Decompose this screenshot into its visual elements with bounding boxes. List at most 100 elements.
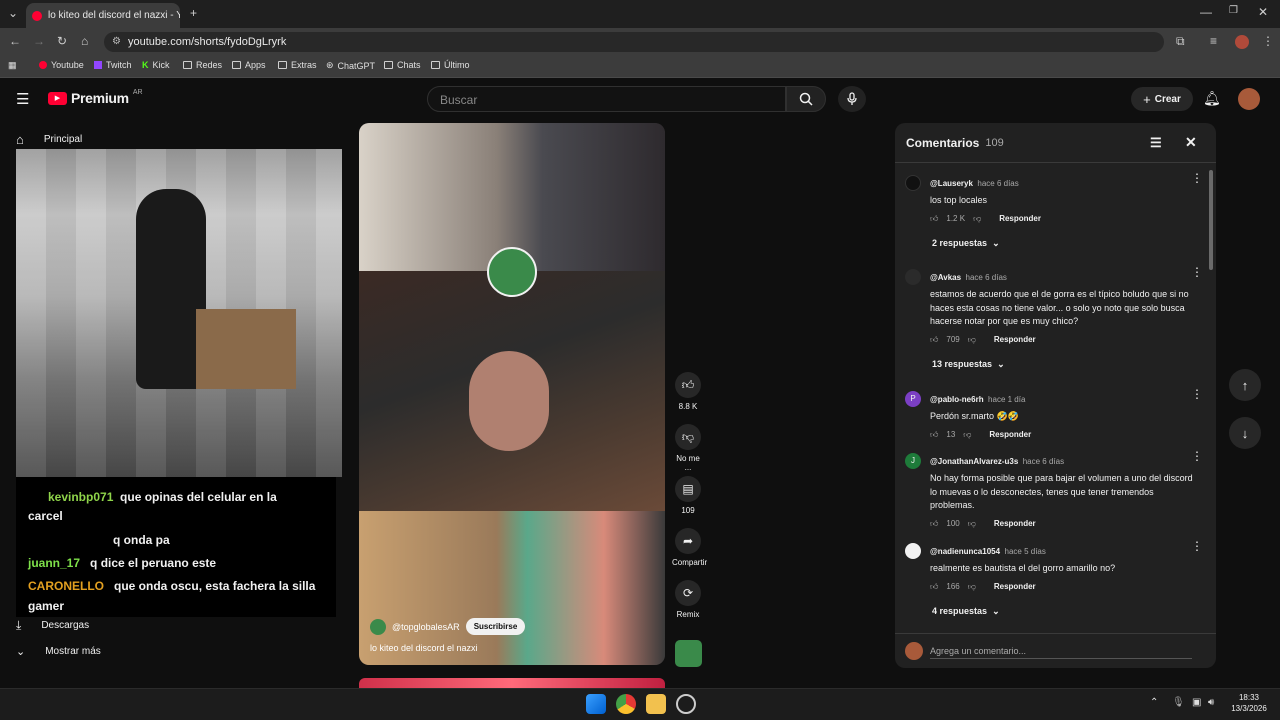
- bookmark-chats[interactable]: Chats: [384, 60, 421, 70]
- bookmark-apps[interactable]: Apps: [232, 60, 266, 70]
- tab-search-icon[interactable]: ⌄: [8, 6, 18, 20]
- reload-icon[interactable]: ↻: [57, 34, 67, 48]
- comments-scrollbar[interactable]: [1209, 170, 1213, 270]
- thumbs-down-icon[interactable]: 👎︎: [675, 424, 701, 450]
- voice-search-button[interactable]: [838, 86, 866, 112]
- youtube-play-icon: ▶: [48, 91, 67, 105]
- dislike-icon[interactable]: 👎︎: [963, 430, 971, 440]
- extensions-icon[interactable]: ⧉: [1176, 34, 1185, 49]
- notifications-bell-icon[interactable]: 🔔︎: [1203, 90, 1221, 107]
- mic-tray-icon[interactable]: 🎙︎: [1172, 697, 1185, 708]
- remix-action[interactable]: ⟳ Remix: [672, 580, 704, 619]
- dislike-action[interactable]: 👎︎ No me ...: [672, 424, 704, 472]
- next-short-button[interactable]: ↓: [1229, 417, 1261, 449]
- chrome-icon[interactable]: [616, 694, 636, 714]
- browser-menu-icon[interactable]: ⋮: [1262, 34, 1274, 48]
- next-short-preview[interactable]: [359, 678, 665, 688]
- bookmark-chatgpt[interactable]: ⊛ ChatGPT: [326, 60, 375, 71]
- like-icon[interactable]: 👍︎: [930, 582, 938, 592]
- like-icon[interactable]: 👍︎: [930, 214, 938, 224]
- channel-avatar[interactable]: [370, 618, 386, 635]
- comment-menu-icon[interactable]: ⋮: [1191, 387, 1203, 401]
- sort-icon[interactable]: ☰: [1150, 135, 1162, 151]
- profile-avatar[interactable]: [1235, 35, 1249, 49]
- account-avatar[interactable]: [1238, 88, 1260, 110]
- network-icon[interactable]: ▣: [1192, 697, 1201, 708]
- commenter-avatar[interactable]: J: [905, 453, 921, 469]
- replies-toggle[interactable]: 2 respuestas ⌄: [932, 238, 1000, 249]
- like-icon[interactable]: 👍︎: [930, 335, 938, 345]
- comment-menu-icon[interactable]: ⋮: [1191, 171, 1203, 185]
- back-icon[interactable]: ←: [9, 34, 21, 48]
- apps-grid-icon[interactable]: ▦: [8, 60, 17, 71]
- dislike-icon[interactable]: 👎︎: [973, 214, 981, 224]
- minimize-icon[interactable]: —: [1200, 5, 1212, 19]
- thumbs-up-icon[interactable]: 👍︎: [675, 372, 701, 398]
- reply-button[interactable]: Responder: [994, 582, 1036, 591]
- share-action[interactable]: ➦ Compartir: [672, 528, 707, 567]
- channel-name[interactable]: @topglobalesAR: [392, 622, 460, 632]
- chevron-down-icon: ⌄: [16, 646, 26, 658]
- comment-menu-icon[interactable]: ⋮: [1191, 265, 1203, 279]
- reply-button[interactable]: Responder: [994, 519, 1036, 528]
- bookmark-kick[interactable]: K Kick: [142, 60, 170, 70]
- reply-button[interactable]: Responder: [994, 335, 1036, 344]
- reply-button[interactable]: Responder: [999, 214, 1041, 223]
- commenter-avatar[interactable]: [905, 269, 921, 285]
- reply-button[interactable]: Responder: [989, 430, 1031, 439]
- sidebar-item-home[interactable]: ⌂ Principal: [16, 132, 82, 147]
- file-explorer-icon[interactable]: [646, 694, 666, 714]
- home-icon[interactable]: ⌂: [81, 34, 88, 48]
- create-button[interactable]: + Crear: [1131, 87, 1193, 111]
- app-icon[interactable]: [676, 694, 696, 714]
- commenter-avatar[interactable]: P: [905, 391, 921, 407]
- reading-list-icon[interactable]: ≡: [1210, 34, 1217, 48]
- bookmark-youtube[interactable]: Youtube: [39, 60, 84, 70]
- comment-menu-icon[interactable]: ⋮: [1191, 449, 1203, 463]
- replies-toggle[interactable]: 13 respuestas ⌄: [932, 359, 1005, 370]
- comments-action[interactable]: ▤ 109: [672, 476, 704, 515]
- dislike-icon[interactable]: 👎︎: [968, 335, 976, 345]
- previous-short-button[interactable]: ↑: [1229, 369, 1261, 401]
- volume-icon[interactable]: 🔊︎: [1208, 697, 1214, 708]
- new-tab-icon[interactable]: +: [190, 6, 197, 20]
- replies-toggle[interactable]: 4 respuestas ⌄: [932, 606, 1000, 617]
- browser-tab[interactable]: lo kiteo del discord el nazxi - YouTube …: [26, 3, 180, 28]
- url-input[interactable]: ⚙ youtube.com/shorts/fydoDgLryrk: [104, 32, 1164, 52]
- chat-message-wrap: carcel: [28, 509, 63, 523]
- sidebar-item-show-more[interactable]: ⌄ Mostrar más: [16, 645, 101, 658]
- search-input[interactable]: Buscar: [427, 86, 786, 112]
- share-icon[interactable]: ➦: [675, 528, 701, 554]
- search-button[interactable]: [786, 86, 826, 112]
- bookmark-extras[interactable]: Extras: [278, 60, 317, 70]
- bookmark-twitch[interactable]: Twitch: [94, 60, 132, 70]
- system-clock[interactable]: 18:33 13/3/2026: [1226, 692, 1272, 714]
- windows-start-icon[interactable]: [586, 694, 606, 714]
- window-close-icon[interactable]: ✕: [1258, 5, 1268, 19]
- bookmark-redes[interactable]: Redes: [183, 60, 222, 70]
- like-action[interactable]: 👍︎ 8.8 K: [672, 372, 704, 411]
- comment-menu-icon[interactable]: ⋮: [1191, 539, 1203, 553]
- restore-icon[interactable]: ❐: [1229, 5, 1238, 16]
- forward-icon[interactable]: →: [33, 34, 45, 48]
- youtube-logo[interactable]: ▶ Premium AR: [48, 89, 143, 106]
- dislike-icon[interactable]: 👎︎: [968, 582, 976, 592]
- like-icon[interactable]: 👍︎: [930, 519, 938, 529]
- sidebar-item-downloads[interactable]: ⤓ Descargas: [16, 618, 89, 633]
- bookmark-ultimo[interactable]: Último: [431, 60, 470, 70]
- close-comments-icon[interactable]: ✕: [1185, 134, 1197, 151]
- like-icon[interactable]: 👍︎: [930, 430, 938, 440]
- add-comment-input[interactable]: Agrega un comentario...: [930, 643, 1192, 659]
- subscribe-button[interactable]: Suscribirse: [465, 618, 526, 635]
- menu-hamburger-icon[interactable]: ☰: [16, 90, 29, 108]
- comments-panel: Comentarios 109 ☰ ✕ @Lauseryk hace 6 día…: [895, 123, 1216, 668]
- commenter-avatar[interactable]: [905, 175, 921, 191]
- remix-icon[interactable]: ⟳: [675, 580, 701, 606]
- site-info-icon[interactable]: ⚙: [112, 36, 121, 47]
- tray-chevron-icon[interactable]: ⌃: [1150, 697, 1158, 708]
- commenter-avatar[interactable]: [905, 543, 921, 559]
- dislike-icon[interactable]: 👎︎: [968, 519, 976, 529]
- audio-thumbnail[interactable]: [675, 640, 702, 667]
- shorts-video-player[interactable]: [359, 123, 665, 665]
- comment-icon[interactable]: ▤: [675, 476, 701, 502]
